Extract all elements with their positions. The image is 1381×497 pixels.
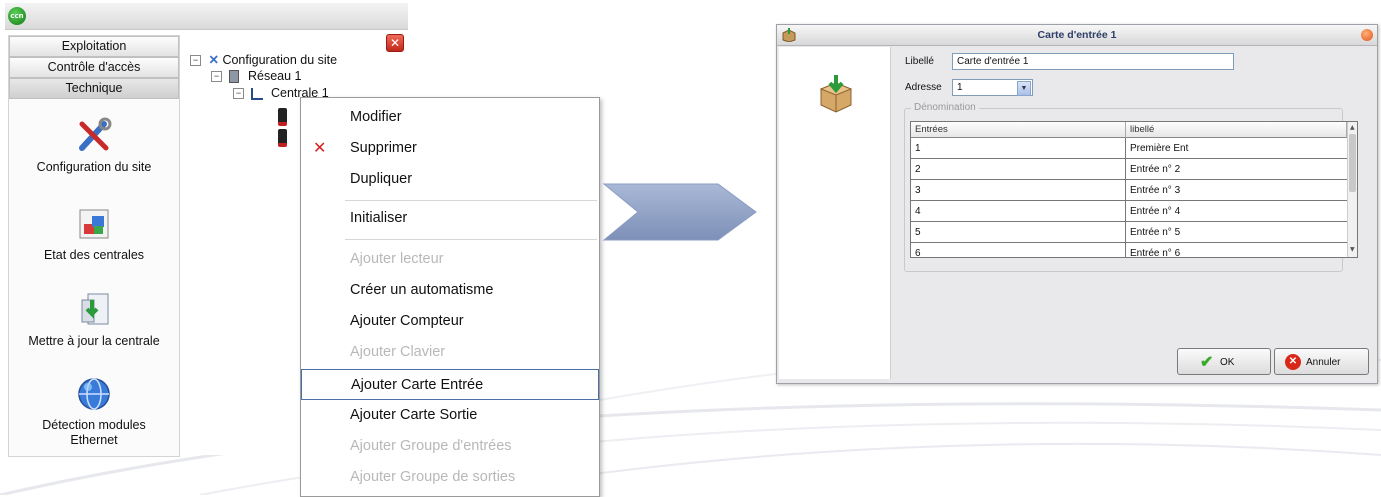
transition-arrow-icon [602,183,757,241]
ok-button[interactable]: ✔ OK [1177,348,1271,375]
menu-item-ajouter-lecteur: Ajouter lecteur [350,251,444,267]
table-row[interactable]: 1 Première Ent [911,138,1347,159]
table-row[interactable]: 5 Entrée n° 5 [911,222,1347,243]
cancel-button[interactable]: ✕ Annuler [1274,348,1369,375]
tools-icon [74,116,114,156]
title-bar: ccn [5,3,408,30]
libelle-label: Libellé [905,56,934,67]
grid-cell[interactable]: Entrée n° 5 [1126,222,1347,242]
grid-cell[interactable]: 5 [911,222,1126,242]
carte-entree-dialog: Carte d'entrée 1 Libellé Carte d'entrée … [776,24,1378,384]
ok-label: OK [1220,357,1235,368]
close-icon[interactable] [1361,29,1373,41]
grid-cell-editing[interactable]: Première Ent [1126,138,1347,158]
menu-item-ajouter-groupe-sorties: Ajouter Groupe de sorties [350,469,516,485]
box-icon [781,28,797,45]
grid-cell[interactable]: 1 [911,138,1126,158]
menu-item-modifier[interactable]: Modifier [301,102,599,133]
app-logo: ccn [8,7,26,25]
nav-tab-access-control[interactable]: Contrôle d'accès [9,57,179,78]
central-icon [251,87,264,100]
scroll-down-icon[interactable]: ▼ [1350,246,1355,253]
menu-item-ajouter-carte-entree[interactable]: Ajouter Carte Entrée [301,369,599,400]
reader-icon [278,108,287,126]
nav-item-label: Détection modules Ethernet [42,418,146,447]
cancel-label: Annuler [1306,357,1341,368]
menu-separator [345,239,597,240]
collapse-icon[interactable]: − [211,71,222,83]
grid-cell[interactable]: Entrée n° 2 [1126,159,1347,179]
tree-node-site-config[interactable]: − ✕ Configuration du site [190,52,337,67]
adresse-select[interactable]: 1 ▼ [952,79,1033,96]
tree-node-label: Réseau 1 [247,69,302,83]
menu-item-ajouter-carte-sortie[interactable]: Ajouter Carte Sortie [301,400,599,431]
nav-panel: Exploitation Contrôle d'accès Technique … [8,35,180,457]
denomination-legend: Dénomination [911,102,979,113]
menu-item-ajouter-clavier: Ajouter Clavier [350,344,446,360]
grid-cell[interactable]: 6 [911,243,1126,257]
grid-cell[interactable]: 2 [911,159,1126,179]
menu-separator [345,200,597,201]
reader-icon [278,129,287,147]
check-icon: ✔ [1200,354,1214,371]
grid-cell[interactable]: Entrée n° 4 [1126,201,1347,221]
adresse-value: 1 [957,82,963,93]
adresse-label: Adresse [905,82,942,93]
nav-item-site-config[interactable]: Configuration du site [9,116,179,174]
close-icon[interactable]: ✕ [386,34,404,52]
chevron-down-icon[interactable]: ▼ [1017,81,1031,96]
collapse-icon[interactable]: − [233,88,244,100]
cancel-icon: ✕ [1285,354,1301,370]
grid-header-entrees[interactable]: Entrées [911,122,1126,138]
nav-item-label: Etat des centrales [43,248,145,262]
nav-item-update-central[interactable]: Mettre à jour la centrale [9,290,179,348]
collapse-icon[interactable]: − [190,55,201,67]
nav-item-ethernet-detect[interactable]: Détection modules Ethernet [9,374,179,448]
menu-item-ajouter-groupe-entrees: Ajouter Groupe d'entrées [350,438,512,454]
scroll-up-icon[interactable]: ▲ [1350,124,1355,131]
nav-item-label: Mettre à jour la centrale [28,334,160,348]
grid-scrollbar[interactable]: ▲ ▼ [1347,122,1357,257]
tree-node-network[interactable]: − Réseau 1 [211,69,302,84]
network-icon [229,70,240,84]
context-menu: Modifier ✕ Supprimer Dupliquer Initialis… [300,97,600,497]
dialog-title: Carte d'entrée 1 [777,25,1377,46]
nav-item-central-status[interactable]: Etat des centrales [9,204,179,262]
update-icon [74,290,114,330]
delete-x-icon: ✕ [313,140,327,157]
tools-icon: ✕ [208,53,219,67]
libelle-field[interactable]: Carte d'entrée 1 [952,53,1234,70]
entries-grid: Entrées libellé 1 Première Ent 2 Entrée … [910,121,1358,258]
menu-item-initialiser[interactable]: Initialiser [301,203,599,234]
table-row[interactable]: 4 Entrée n° 4 [911,201,1347,222]
menu-item-label: Supprimer [350,140,417,156]
grid-cell[interactable]: Entrée n° 3 [1126,180,1347,200]
table-row[interactable]: 3 Entrée n° 3 [911,180,1347,201]
globe-icon [74,374,114,414]
grid-header-libelle[interactable]: libellé [1126,122,1347,138]
cubes-icon [74,204,114,244]
input-card-box-icon [819,75,853,113]
grid-cell[interactable]: Entrée n° 6 [1126,243,1347,257]
dialog-icon-panel [779,47,891,379]
menu-item-creer-automatisme[interactable]: Créer un automatisme [301,275,599,306]
table-row[interactable]: 6 Entrée n° 6 [911,243,1347,257]
table-row[interactable]: 2 Entrée n° 2 [911,159,1347,180]
tree-node-label: Configuration du site [222,53,338,67]
menu-item-ajouter-compteur[interactable]: Ajouter Compteur [301,306,599,337]
menu-item-supprimer[interactable]: ✕ Supprimer [301,133,599,164]
nav-item-label: Configuration du site [36,160,152,174]
grid-cell[interactable]: 4 [911,201,1126,221]
menu-item-dupliquer[interactable]: Dupliquer [301,164,599,195]
nav-tab-exploitation[interactable]: Exploitation [9,36,179,57]
grid-cell[interactable]: 3 [911,180,1126,200]
scroll-thumb[interactable] [1349,134,1356,192]
nav-tab-technique[interactable]: Technique [9,78,179,99]
